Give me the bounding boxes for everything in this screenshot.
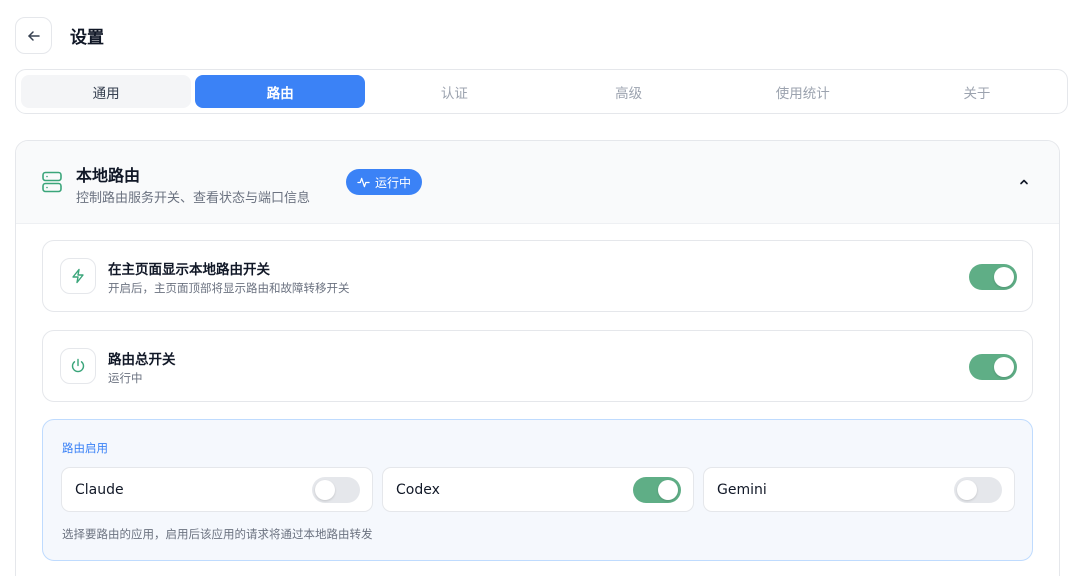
app-item-codex: Codex	[382, 467, 694, 512]
router-master-switch-row: 路由总开关 运行中	[42, 330, 1033, 402]
local-router-header[interactable]: 本地路由 控制路由服务开关、查看状态与端口信息 运行中	[16, 141, 1059, 224]
arrow-left-icon	[27, 30, 40, 41]
tab-routing[interactable]: 路由	[195, 75, 366, 108]
tab-usage-stats[interactable]: 使用统计	[718, 75, 888, 108]
page-title: 设置	[70, 28, 104, 48]
claude-toggle[interactable]	[312, 477, 360, 503]
activity-icon	[357, 177, 370, 187]
router-apps-note: 选择要路由的应用，启用后该应用的请求将通过本地路由转发	[62, 527, 373, 541]
settings-tabs: 通用 路由 认证 高级 使用统计 关于	[15, 69, 1068, 114]
power-icon	[60, 348, 96, 384]
lightning-icon	[60, 258, 96, 294]
server-icon	[42, 171, 62, 197]
app-item-gemini: Gemini	[703, 467, 1015, 512]
section-title: 本地路由	[76, 166, 141, 185]
show-router-switch-toggle[interactable]	[969, 264, 1017, 290]
tab-general[interactable]: 通用	[21, 75, 192, 108]
router-apps-panel: 路由启用 Claude Codex Gemini 选择要路由的应用，启用后该应用…	[42, 419, 1033, 561]
collapse-button[interactable]	[1014, 172, 1034, 192]
local-router-card: 本地路由 控制路由服务开关、查看状态与端口信息 运行中 在主页面显示本地路由开关…	[15, 140, 1060, 576]
chevron-up-icon	[1020, 179, 1028, 185]
tab-advanced[interactable]: 高级	[544, 75, 714, 108]
header: 设置	[15, 17, 104, 54]
tab-about[interactable]: 关于	[892, 75, 1062, 108]
tab-auth[interactable]: 认证	[369, 75, 539, 108]
setting-description: 开启后，主页面顶部将显示路由和故障转移开关	[108, 281, 350, 295]
setting-description: 运行中	[108, 371, 143, 385]
setting-title: 在主页面显示本地路由开关	[108, 262, 270, 278]
router-apps-label: 路由启用	[62, 441, 108, 455]
codex-toggle[interactable]	[633, 477, 681, 503]
app-name: Gemini	[717, 482, 767, 498]
section-subtitle: 控制路由服务开关、查看状态与端口信息	[76, 191, 311, 206]
app-name: Codex	[396, 482, 440, 498]
app-name: Claude	[75, 482, 124, 498]
back-button[interactable]	[15, 17, 52, 54]
gemini-toggle[interactable]	[954, 477, 1002, 503]
show-router-switch-row: 在主页面显示本地路由开关 开启后，主页面顶部将显示路由和故障转移开关	[42, 240, 1033, 312]
setting-title: 路由总开关	[108, 352, 176, 368]
router-master-toggle[interactable]	[969, 354, 1017, 380]
status-badge-label: 运行中	[375, 175, 412, 190]
app-item-claude: Claude	[61, 467, 373, 512]
status-badge: 运行中	[346, 169, 423, 195]
